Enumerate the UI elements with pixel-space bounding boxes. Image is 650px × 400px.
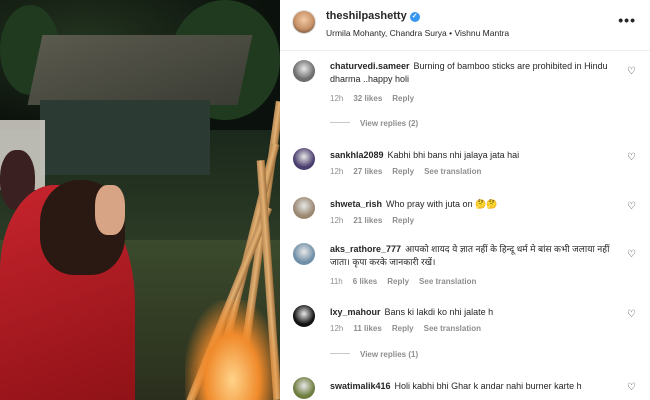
like-heart-icon[interactable]: ♡ [627, 250, 637, 260]
comment-meta: 12h 32 likes Reply [330, 94, 424, 103]
commenter-avatar[interactable] [293, 243, 315, 265]
view-replies-button[interactable]: View replies (2) [330, 119, 418, 128]
commenter-username[interactable]: swatimalik416 [330, 381, 391, 391]
commenter-avatar[interactable] [293, 305, 315, 327]
bonfire [185, 300, 280, 400]
comment-likes[interactable]: 27 likes [353, 167, 382, 176]
view-replies-label[interactable]: View replies (2) [360, 119, 418, 128]
like-heart-icon[interactable]: ♡ [627, 310, 637, 320]
like-heart-icon[interactable]: ♡ [627, 67, 637, 77]
see-translation-button[interactable]: See translation [419, 277, 476, 286]
view-replies-label[interactable]: View replies (1) [360, 350, 418, 359]
comment-time: 12h [330, 94, 344, 103]
video-player[interactable] [0, 0, 280, 400]
view-replies-button[interactable]: View replies (1) [330, 350, 418, 359]
commenter-avatar[interactable] [293, 148, 315, 170]
comment-likes[interactable]: 32 likes [353, 94, 382, 103]
like-heart-icon[interactable]: ♡ [627, 202, 637, 212]
author-username-text[interactable]: theshilpashetty [326, 10, 407, 22]
comment-text: Who pray with juta on 🤔🤔 [386, 199, 498, 209]
reply-button[interactable]: Reply [392, 94, 414, 103]
comment-likes[interactable]: 21 likes [353, 216, 382, 225]
reply-button[interactable]: Reply [392, 324, 414, 333]
verified-badge-icon: ✓ [409, 12, 420, 22]
comment-text: Holi kabhi bhi Ghar k andar nahi burner … [394, 381, 582, 391]
comment-body: sankhla2089 Kabhi bhi bans nhi jalaya jat… [330, 149, 620, 162]
commenter-avatar[interactable] [293, 60, 315, 82]
video-person-face [95, 185, 125, 235]
see-translation-button[interactable]: See translation [424, 167, 481, 176]
comment-body: swatimalik416 Holi kabhi bhi Ghar k andar… [330, 380, 620, 393]
comment-time: 12h [330, 167, 344, 176]
replies-divider [330, 353, 350, 354]
reply-button[interactable]: Reply [392, 216, 414, 225]
video-house [40, 100, 210, 175]
comment-body: shweta_rish Who pray with juta on 🤔🤔 [330, 198, 620, 211]
comment-likes[interactable]: 6 likes [353, 277, 377, 286]
comment-meta: 11h 6 likes Reply See translation [330, 277, 486, 286]
like-heart-icon[interactable]: ♡ [627, 383, 637, 393]
author-username[interactable]: theshilpashetty ✓ [326, 10, 420, 22]
comment-body: aks_rathore_777 आपको शायद ये ज्ञात नहीं क… [330, 243, 620, 269]
commenter-username[interactable]: sankhla2089 [330, 150, 384, 160]
comment-body: lxy_mahour Bans ki lakdi ko nhi jalate h [330, 306, 620, 319]
commenter-avatar[interactable] [293, 197, 315, 219]
reply-button[interactable]: Reply [387, 277, 409, 286]
comments-panel: theshilpashetty ✓ Urmila Mohanty, Chandra… [280, 0, 650, 400]
commenter-username[interactable]: chaturvedi.sameer [330, 61, 410, 71]
comment-meta: 12h 11 likes Reply See translation [330, 324, 491, 333]
audio-credits[interactable]: Urmila Mohanty, Chandra Surya • Vishnu M… [326, 28, 509, 38]
comment-text: Kabhi bhi bans nhi jalaya jata hai [387, 150, 520, 160]
author-avatar[interactable] [293, 11, 315, 33]
comment-time: 11h [330, 277, 343, 286]
commenter-username[interactable]: shweta_rish [330, 199, 382, 209]
see-translation-button[interactable]: See translation [424, 324, 481, 333]
video-roof [27, 35, 253, 105]
comment-likes[interactable]: 11 likes [353, 324, 381, 333]
comment-meta: 12h 21 likes Reply [330, 216, 424, 225]
replies-divider [330, 122, 350, 123]
comment-meta: 12h 27 likes Reply See translation [330, 167, 491, 176]
comment-time: 12h [330, 216, 344, 225]
more-options-icon[interactable]: ••• [618, 12, 636, 28]
like-heart-icon[interactable]: ♡ [627, 153, 637, 163]
comment-time: 12h [330, 324, 344, 333]
comment-body: chaturvedi.sameer Burning of bamboo stick… [330, 60, 620, 86]
comment-text: Bans ki lakdi ko nhi jalate h [384, 307, 494, 317]
commenter-username[interactable]: lxy_mahour [330, 307, 381, 317]
commenter-avatar[interactable] [293, 377, 315, 399]
reply-button[interactable]: Reply [392, 167, 414, 176]
commenter-username[interactable]: aks_rathore_777 [330, 244, 401, 254]
post-header: theshilpashetty ✓ Urmila Mohanty, Chandra… [280, 0, 650, 51]
